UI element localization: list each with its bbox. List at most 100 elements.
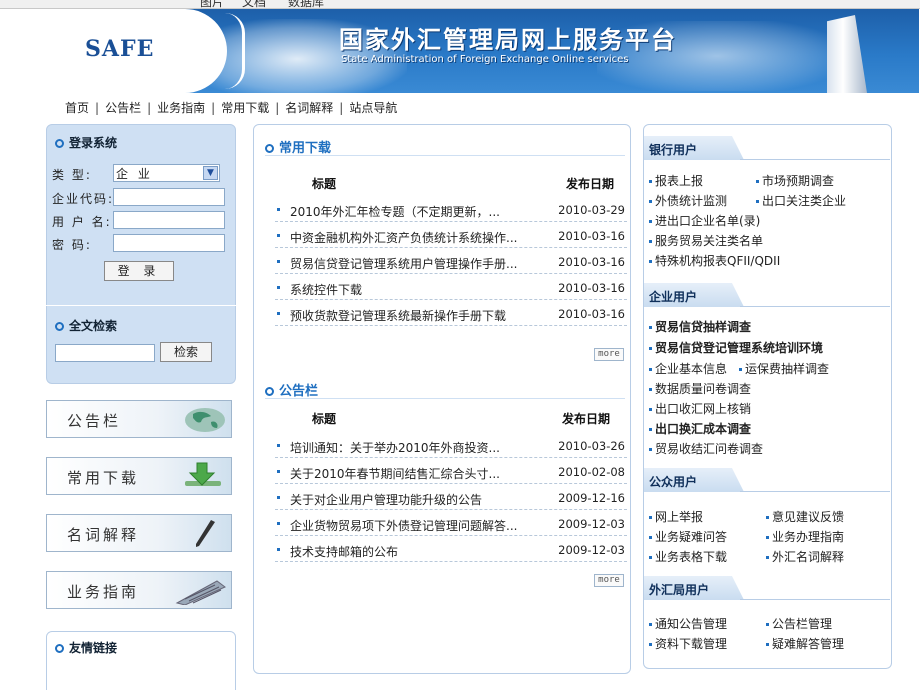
notices-image-button[interactable]: 公告栏 [46,400,232,438]
link-handling-guide[interactable]: 业务办理指南 [766,528,844,545]
user-type-select[interactable]: 企 业 ▼ [113,164,220,182]
square-bullet-icon [277,286,280,289]
nav-glossary[interactable]: 名词解释 [285,101,333,115]
nav-home[interactable]: 首页 [65,101,89,115]
link-trade-settlement-survey[interactable]: 贸易收结汇问卷调查 [649,440,763,457]
world-map-icon [185,408,225,432]
list-item[interactable]: 2010年外汇年检专题（不定期更新，... 2010-03-29 [275,200,627,222]
link-export-cost-survey[interactable]: 出口换汇成本调查 [649,420,751,437]
link-service-trade-list[interactable]: 服务贸易关注类名单 [649,232,763,249]
login-title-text: 登录系统 [69,136,118,150]
list-item-date: 2010-03-26 [558,439,625,453]
link-credit-sampling[interactable]: 贸易信贷抽样调查 [649,318,751,335]
list-item-title[interactable]: 培训通知：关于举办2010年外商投资... [290,439,555,456]
link-external-debt-monitor[interactable]: 外债统计监测 [649,192,727,209]
login-title: 登录系统 [55,134,117,151]
link-board-management[interactable]: 公告栏管理 [766,615,832,632]
enterprise-code-input[interactable] [113,188,225,206]
list-item[interactable]: 贸易信贷登记管理系统用户管理操作手册... 2010-03-16 [275,252,627,274]
notices-more-button[interactable]: more [594,574,624,587]
list-item-title[interactable]: 预收货款登记管理系统最新操作手册下载 [290,307,555,324]
list-item[interactable]: 关于2010年春节期间结售汇综合头寸... 2010-02-08 [275,462,627,484]
list-item[interactable]: 技术支持邮箱的公布 2009-12-03 [275,540,627,562]
square-bullet-icon [756,200,759,203]
list-item-title[interactable]: 中资金融机构外汇资产负债统计系统操作... [290,229,555,246]
list-item[interactable]: 预收货款登记管理系统最新操作手册下载 2010-03-16 [275,304,627,326]
link-faq-management[interactable]: 疑难解答管理 [766,635,844,652]
square-bullet-icon [649,260,652,263]
list-item-title[interactable]: 2010年外汇年检专题（不定期更新，... [290,203,555,220]
glossary-image-button[interactable]: 名词解释 [46,514,232,552]
list-item[interactable]: 企业货物贸易项下外债登记管理问题解答... 2009-12-03 [275,514,627,536]
square-bullet-icon [649,428,652,431]
link-credit-training-env[interactable]: 贸易信贷登记管理系统培训环境 [649,339,823,356]
link-export-verification[interactable]: 出口收汇网上核销 [649,400,751,417]
downloads-image-button[interactable]: 常用下载 [46,457,232,495]
type-label: 类 型: [52,168,92,182]
link-glossary[interactable]: 外汇名词解释 [766,548,844,565]
link-notice-management[interactable]: 通知公告管理 [649,615,727,632]
list-item-title[interactable]: 关于对企业用户管理功能升级的公告 [290,491,555,508]
link-text: 外汇名词解释 [772,550,845,564]
link-enterprise-info[interactable]: 企业基本信息 [649,360,727,377]
nav-separator: | [211,101,216,115]
list-item[interactable]: 培训通知：关于举办2010年外商投资... 2010-03-26 [275,436,627,458]
circle-bullet-icon [265,387,274,396]
divider [740,306,890,307]
banner-subtitle: State Administration of Foreign Exchange… [341,54,629,65]
list-item-title[interactable]: 贸易信贷登记管理系统用户管理操作手册... [290,255,555,272]
square-bullet-icon [277,470,280,473]
nav-guide[interactable]: 业务指南 [157,101,205,115]
list-item-title[interactable]: 技术支持邮箱的公布 [290,543,555,560]
link-feedback[interactable]: 意见建议反馈 [766,508,844,525]
link-qfii-qdii[interactable]: 特殊机构报表QFII/QDII [649,252,780,269]
list-item-date: 2009-12-03 [558,543,625,557]
list-item[interactable]: 中资金融机构外汇资产负债统计系统操作... 2010-03-16 [275,226,627,248]
login-button[interactable]: 登 录 [104,261,174,281]
list-item[interactable]: 关于对企业用户管理功能升级的公告 2009-12-16 [275,488,627,510]
downloads-title[interactable]: 常用下载 [265,137,331,156]
link-export-watch[interactable]: 出口关注类企业 [756,192,846,209]
nav-sitemap[interactable]: 站点导航 [349,101,397,115]
list-item-title[interactable]: 系统控件下载 [290,281,555,298]
square-bullet-icon [649,326,652,329]
circle-bullet-icon [265,144,274,153]
link-online-report[interactable]: 网上举报 [649,508,703,525]
link-freight-sampling[interactable]: 运保费抽样调查 [739,360,829,377]
downloads-col-date: 发布日期 [566,177,615,191]
password-input[interactable] [113,234,225,252]
link-form-download[interactable]: 业务表格下载 [649,548,727,565]
nav-notices[interactable]: 公告栏 [105,101,141,115]
search-button[interactable]: 检索 [160,342,212,362]
link-market-survey[interactable]: 市场预期调查 [756,172,834,189]
link-faq[interactable]: 业务疑难问答 [649,528,727,545]
username-input[interactable] [113,211,225,229]
list-item-title[interactable]: 关于2010年春节期间结售汇综合头寸... [290,465,555,482]
guide-image-button[interactable]: 业务指南 [46,571,232,609]
downloads-more-button[interactable]: more [594,348,624,361]
notices-title[interactable]: 公告栏 [265,380,318,399]
divider [740,159,890,160]
notices-col-title: 标题 [312,412,337,426]
square-bullet-icon [756,180,759,183]
link-import-export-list[interactable]: 进出口企业名单(录) [649,212,760,229]
circle-bullet-icon [55,644,64,653]
public-users-title: 公众用户 [644,468,744,492]
downloads-col-title: 标题 [312,177,337,191]
safe-logo[interactable]: SAFE [85,36,154,62]
list-item-title[interactable]: 企业货物贸易项下外债登记管理问题解答... [290,517,555,534]
link-text: 企业基本信息 [655,362,728,376]
link-report-upload[interactable]: 报表上报 [649,172,703,189]
nav-downloads[interactable]: 常用下载 [221,101,269,115]
friends-title-text: 友情链接 [69,641,118,655]
guide-image-button-label: 业务指南 [67,583,140,601]
search-input[interactable] [55,344,155,362]
circle-bullet-icon [55,322,64,331]
link-data-quality-survey[interactable]: 数据质量问卷调查 [649,380,751,397]
list-item[interactable]: 系统控件下载 2010-03-16 [275,278,627,300]
square-bullet-icon [649,388,652,391]
link-download-management[interactable]: 资料下载管理 [649,635,727,652]
chevron-down-icon[interactable]: ▼ [203,166,218,180]
top-strip-text-a: 图片 [200,0,225,9]
divider [265,398,625,399]
